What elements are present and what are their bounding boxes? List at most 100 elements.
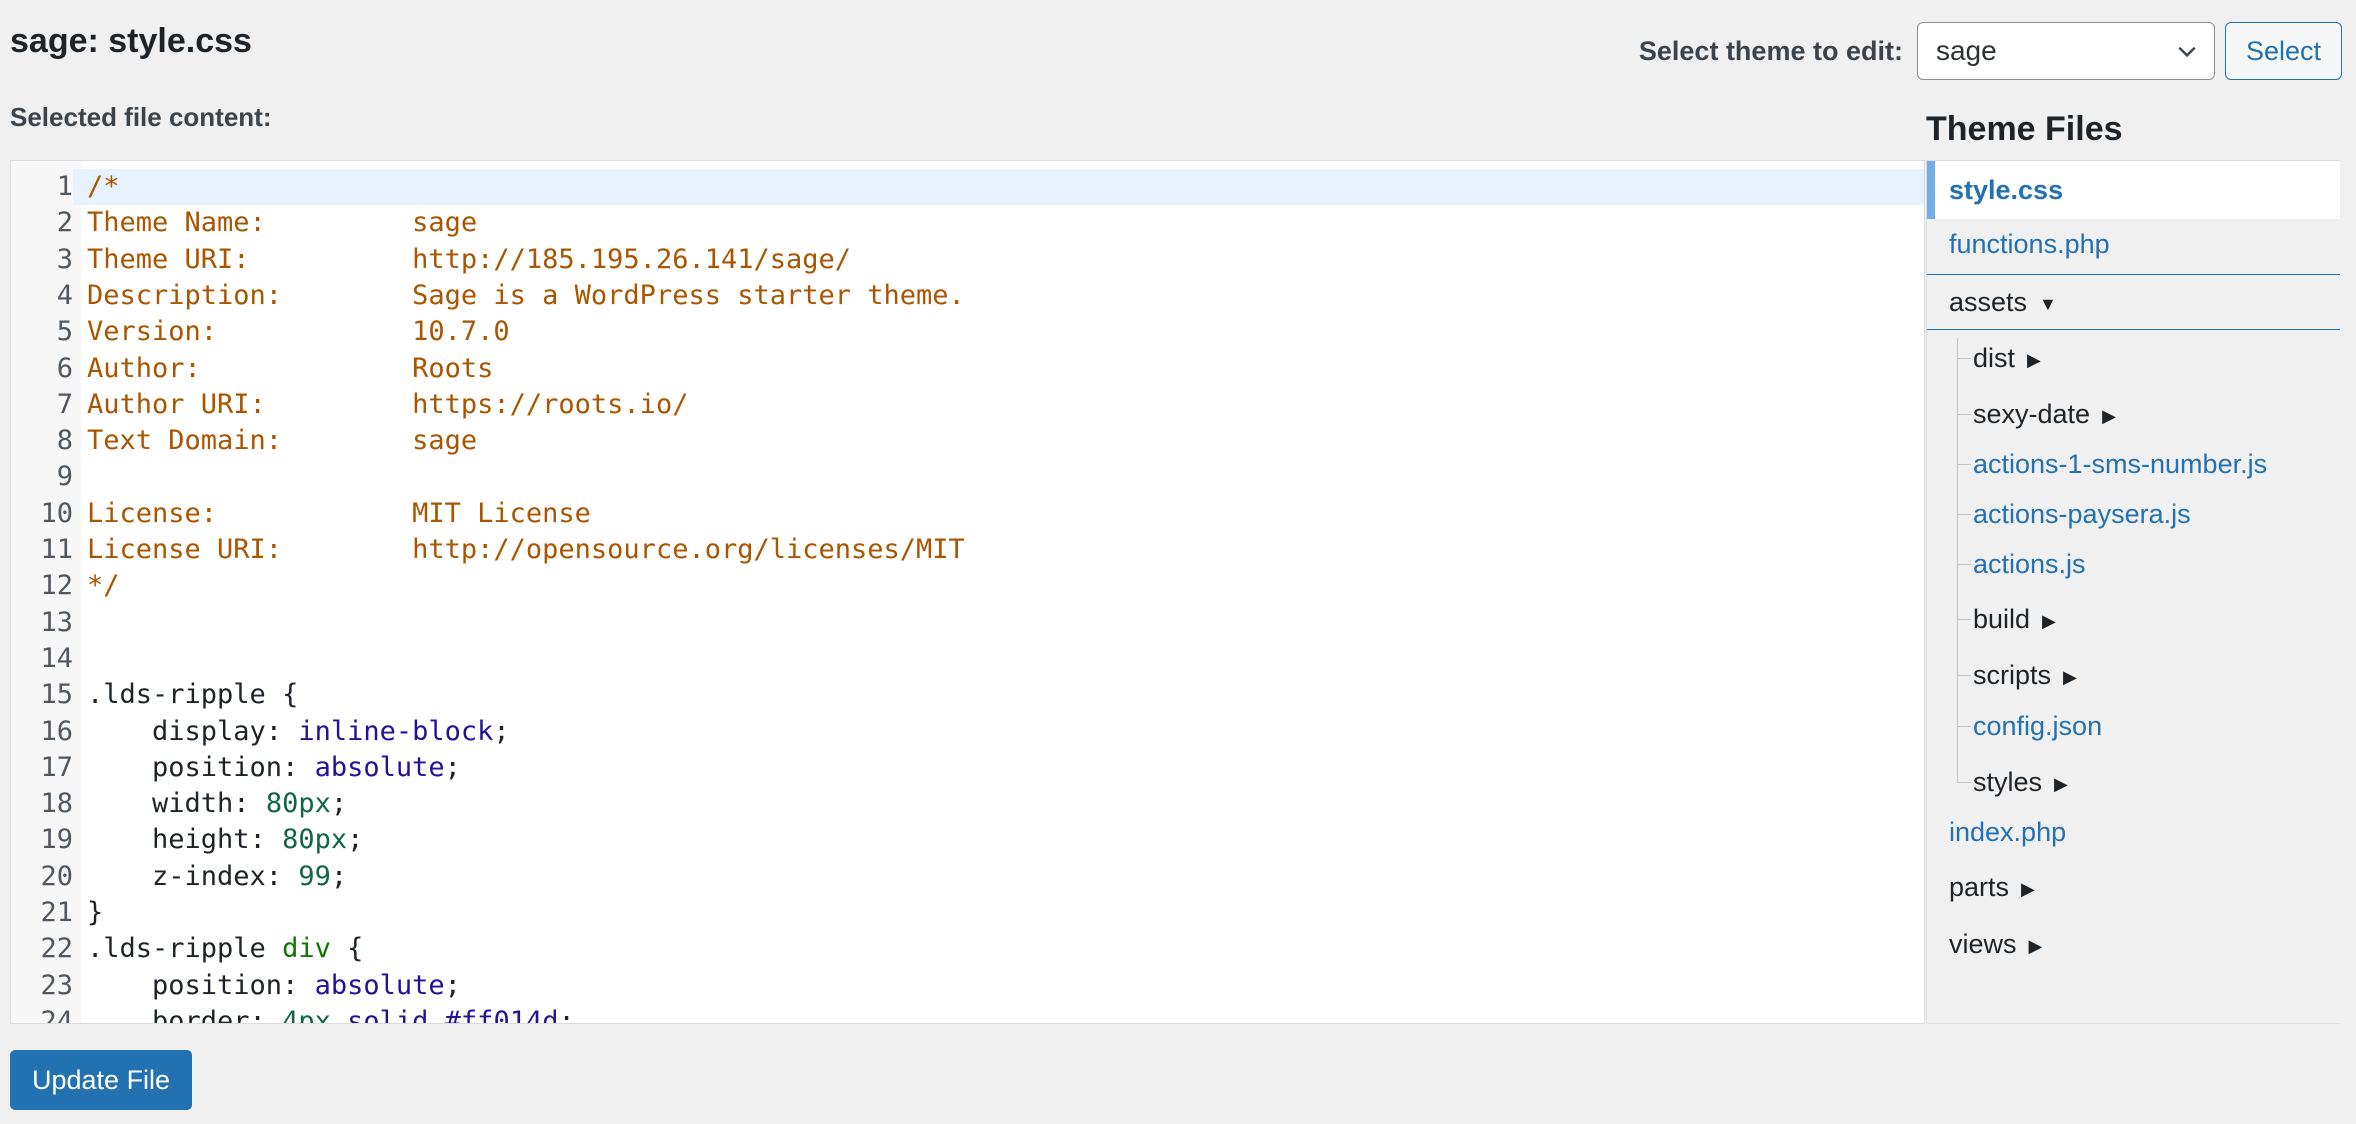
folder-item-views[interactable]: views ▶	[1927, 919, 2340, 969]
code-line[interactable]: 13	[11, 605, 1924, 641]
file-item-config-json[interactable]: config.json	[1927, 701, 2340, 751]
caret-right-icon: ▶	[2063, 666, 2077, 687]
caret-down-icon: ▼	[2039, 293, 2057, 314]
code-line[interactable]: 19 height: 80px;	[11, 822, 1924, 858]
folder-item-styles[interactable]: styles ▶	[1927, 757, 2340, 807]
caret-right-icon: ▶	[2028, 935, 2043, 956]
file-label: actions-paysera.js	[1973, 499, 2191, 529]
line-number: 4	[56, 279, 73, 311]
tree-guide-tick	[1957, 564, 1971, 565]
line-number: 15	[40, 679, 73, 711]
code-editor[interactable]: 1 /* 2 Theme Name: sage 3 Theme URI: http://1…	[10, 160, 1925, 1024]
tree-guide-tick	[1957, 514, 1971, 515]
code-text: position: absolute;	[87, 969, 461, 1001]
file-item-actions-paysera-js[interactable]: actions-paysera.js	[1927, 489, 2340, 539]
code-line[interactable]: 4 Description: Sage is a WordPress starte…	[11, 278, 1924, 314]
file-label: sexy-date	[1973, 399, 2091, 429]
line-number: 22	[40, 933, 73, 965]
line-number: 10	[40, 497, 73, 529]
caret-right-icon: ▶	[2102, 405, 2116, 426]
folder-item-scripts[interactable]: scripts ▶	[1927, 650, 2340, 700]
code-line[interactable]: 16 display: inline-block;	[11, 714, 1924, 750]
theme-select-area: Select theme to edit: sage Select	[1639, 22, 2342, 80]
file-label: index.php	[1949, 817, 2067, 847]
tree-guide-tick	[1957, 619, 1971, 620]
code-line[interactable]: 17 position: absolute;	[11, 750, 1924, 786]
selected-file-content-label: Selected file content:	[10, 102, 272, 132]
line-number: 21	[40, 897, 73, 928]
line-number: 20	[40, 860, 73, 892]
line-number: 19	[40, 824, 73, 856]
code-line[interactable]: 21}	[11, 895, 1924, 931]
code-line[interactable]: 5 Version: 10.7.0	[11, 314, 1924, 350]
code-line[interactable]: 9	[11, 459, 1924, 495]
folder-item-build[interactable]: build ▶	[1927, 594, 2340, 644]
file-label: actions.js	[1973, 549, 2086, 579]
code-line[interactable]: 2 Theme Name: sage	[11, 205, 1924, 241]
code-line[interactable]: 11 License URI: http://opensource.org/lic…	[11, 532, 1924, 568]
update-file-button[interactable]: Update File	[10, 1050, 193, 1110]
code-line[interactable]: 14	[11, 641, 1924, 677]
code-line[interactable]: 7 Author URI: https://roots.io/	[11, 387, 1924, 423]
code-line[interactable]: 8 Text Domain: sage	[11, 423, 1924, 459]
folder-item-sexy-date[interactable]: sexy-date ▶	[1927, 389, 2340, 439]
code-text: Text Domain: sage	[87, 425, 478, 457]
code-text: /*	[87, 171, 120, 202]
folder-item-dist[interactable]: dist ▶	[1927, 333, 2340, 383]
select-theme-button[interactable]: Select	[2224, 22, 2342, 80]
theme-files-title: Theme Files	[1926, 110, 2123, 148]
file-item-style-css[interactable]: style.css	[1927, 161, 2340, 219]
code-line[interactable]: 24 border: 4px solid #ff014d;	[11, 1004, 1924, 1024]
code-line[interactable]: 18 width: 80px;	[11, 786, 1924, 822]
tree-guide-tick	[1957, 675, 1971, 676]
line-number: 11	[40, 534, 73, 565]
code-line[interactable]: 1 /*	[11, 169, 1924, 205]
code-line[interactable]: 20 z-index: 99;	[11, 859, 1924, 895]
line-number: 24	[40, 1005, 73, 1024]
code-text: .lds-ripple {	[87, 679, 299, 711]
line-number: 23	[40, 969, 73, 1001]
line-number: 16	[40, 715, 73, 747]
theme-dropdown[interactable]: sage	[1916, 22, 2215, 80]
theme-files-panel: Theme Files style.css functions.php assets…	[1926, 110, 2340, 1024]
code-text: z-index: 99;	[87, 860, 348, 892]
code-line[interactable]: 6 Author: Roots	[11, 351, 1924, 387]
tree-guide-tick	[1957, 358, 1971, 359]
folder-item-assets[interactable]: assets ▼	[1927, 274, 2340, 330]
code-text: .lds-ripple div {	[87, 933, 364, 965]
code-line[interactable]: 23 position: absolute;	[11, 968, 1924, 1004]
line-number: 1	[11, 169, 73, 205]
file-label: style.css	[1949, 175, 2064, 205]
file-item-functions-php[interactable]: functions.php	[1927, 219, 2340, 269]
file-label: scripts	[1973, 660, 2052, 690]
code-line[interactable]: 15 .lds-ripple {	[11, 677, 1924, 713]
theme-file-list: style.css functions.php assets ▼ dist ▶ sexy-d…	[1926, 160, 2340, 1024]
line-number: 3	[56, 243, 73, 275]
code-text: Author: Roots	[87, 352, 494, 384]
file-label: dist	[1973, 343, 2016, 373]
code-line[interactable]: 10 License: MIT License	[11, 496, 1924, 532]
chevron-down-icon	[2178, 46, 2196, 58]
code-line[interactable]: 22 .lds-ripple div {	[11, 931, 1924, 967]
code-line[interactable]: 12 */	[11, 568, 1924, 604]
tree-guide-tick	[1957, 414, 1971, 415]
file-item-index-php[interactable]: index.php	[1927, 807, 2340, 857]
code-line[interactable]: 3 Theme URI: http://185.195.26.141/sage/	[11, 242, 1924, 278]
folder-item-parts[interactable]: parts ▶	[1927, 862, 2340, 912]
line-number: 13	[40, 606, 73, 638]
theme-select-label: Select theme to edit:	[1638, 35, 1903, 66]
code-text: width: 80px;	[87, 788, 348, 820]
file-item-actions-1-sms-number-js[interactable]: actions-1-sms-number.js	[1927, 439, 2340, 489]
tree-guide-tick	[1957, 782, 1971, 783]
file-label: views	[1949, 929, 2017, 959]
line-number: 8	[56, 425, 73, 457]
caret-right-icon: ▶	[2027, 349, 2041, 370]
code-text: border: 4px solid #ff014d;	[87, 1005, 575, 1024]
line-number: 14	[40, 642, 73, 674]
code-text: License: MIT License	[87, 497, 591, 529]
caret-right-icon: ▶	[2054, 773, 2068, 794]
file-item-actions-js[interactable]: actions.js	[1927, 539, 2340, 589]
caret-right-icon: ▶	[2021, 878, 2035, 899]
code-text: Theme Name: sage	[87, 207, 478, 239]
line-number: 12	[40, 570, 73, 602]
